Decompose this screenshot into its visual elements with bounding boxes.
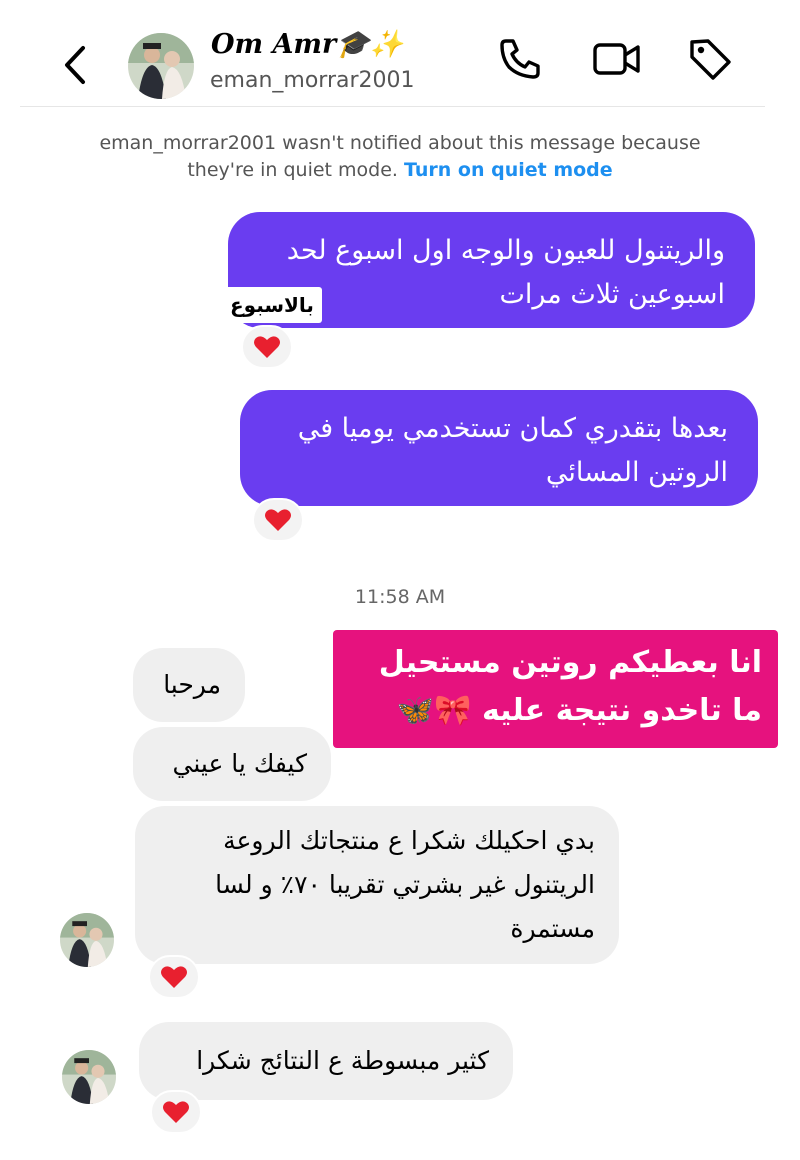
contact-username: eman_morrar2001	[210, 68, 415, 93]
video-camera-icon[interactable]	[592, 36, 640, 82]
message-line: بدي احكيلك شكرا ع منتجاتك الروعة	[223, 826, 595, 855]
overlay-text-label: بالاسبوع	[222, 287, 322, 323]
message-timestamp: 11:58 AM	[354, 586, 446, 608]
heart-icon	[161, 966, 187, 988]
heart-reaction[interactable]	[252, 498, 304, 542]
heart-reaction[interactable]	[241, 325, 293, 369]
message-line: كيفك يا عيني	[172, 749, 307, 778]
received-message-bubble[interactable]: كثير مبسوطة ع النتائج شكرا	[139, 1022, 513, 1100]
avatar[interactable]	[60, 913, 114, 967]
quiet-mode-notice: eman_morrar2001 wasn't notified about th…	[80, 130, 720, 184]
sent-message-bubble[interactable]: بعدها بتقدري كمان تستخدمي يوميا في الروت…	[240, 390, 758, 506]
heart-icon	[265, 509, 291, 531]
sticker-line: ما تاخدو نتيجة عليه 🎀🦋	[396, 693, 762, 728]
received-message-bubble[interactable]: كيفك يا عيني	[133, 727, 331, 801]
received-message-bubble[interactable]: بدي احكيلك شكرا ع منتجاتك الروعة الريتنو…	[135, 806, 619, 964]
message-line: مرحبا	[163, 670, 221, 699]
tag-icon[interactable]	[686, 36, 734, 82]
contact-name[interactable]: Om Amr🎓✨	[211, 28, 403, 60]
avatar[interactable]	[62, 1050, 116, 1104]
sticker-line: انا بعطيكم روتين مستحيل	[378, 645, 762, 680]
phone-icon[interactable]	[496, 36, 544, 82]
turn-on-quiet-mode-link[interactable]: Turn on quiet mode	[404, 159, 613, 181]
message-line: اسبوعين ثلاث مرات	[499, 279, 725, 310]
heart-reaction[interactable]	[150, 1090, 202, 1134]
message-line: كثير مبسوطة ع النتائج شكرا	[196, 1046, 489, 1075]
heart-icon	[254, 336, 280, 358]
received-message-bubble[interactable]: مرحبا	[133, 648, 245, 722]
heart-reaction[interactable]	[148, 955, 200, 999]
avatar[interactable]	[128, 33, 194, 99]
message-line: بعدها بتقدري كمان تستخدمي يوميا في	[297, 413, 728, 444]
message-line: مستمرة	[510, 914, 595, 943]
back-chevron-icon[interactable]	[55, 40, 95, 90]
message-line: والريتنول للعيون والوجه اول اسبوع لحد	[286, 235, 725, 266]
header-divider	[20, 106, 765, 107]
heart-icon	[163, 1101, 189, 1123]
chat-header: Om Amr🎓✨ eman_morrar2001	[0, 0, 800, 110]
message-line: الريتنول غير بشرتي تقريبا ٧٠٪ و لسا	[215, 870, 595, 899]
message-line: الروتين المسائي	[545, 457, 728, 488]
text-sticker: انا بعطيكم روتين مستحيل ما تاخدو نتيجة ع…	[333, 630, 778, 748]
